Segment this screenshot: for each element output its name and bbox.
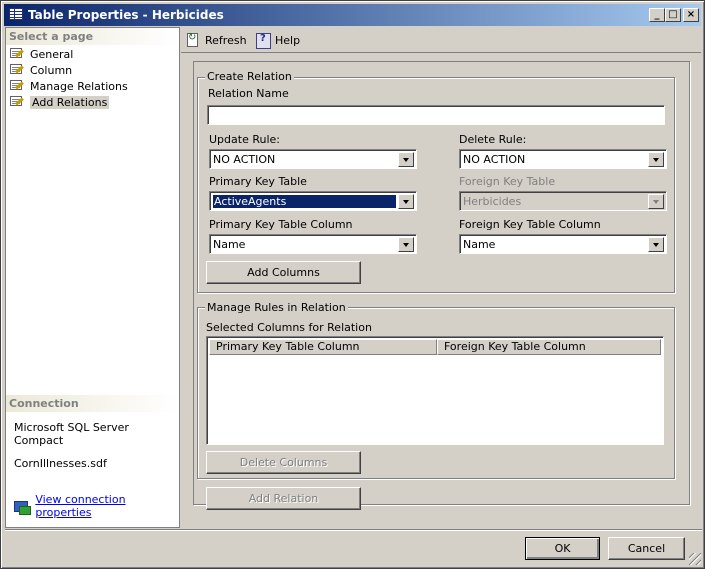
delete-rule-select[interactable]: NO ACTION <box>459 149 667 169</box>
select-page-heading: Select a page <box>6 28 179 45</box>
fk-table-value: Herbicides <box>463 195 522 208</box>
table-icon <box>9 8 23 20</box>
delete-rule-label: Delete Rule: <box>459 133 527 146</box>
minimize-button[interactable]: _ <box>649 8 665 22</box>
grid-column-header[interactable]: Foreign Key Table Column <box>437 339 661 355</box>
chevron-down-icon[interactable] <box>648 152 664 167</box>
create-relation-legend: Create Relation <box>205 70 294 83</box>
help-icon <box>255 32 271 49</box>
pk-table-select[interactable]: ActiveAgents <box>209 191 417 211</box>
chevron-down-icon <box>648 194 664 209</box>
add-columns-button[interactable]: Add Columns <box>206 261 361 284</box>
refresh-label: Refresh <box>205 33 247 47</box>
update-rule-label: Update Rule: <box>209 133 280 146</box>
add-relation-button: Add Relation <box>206 487 361 510</box>
relation-name-label: Relation Name <box>208 87 289 100</box>
selected-columns-label: Selected Columns for Relation <box>206 321 372 334</box>
window-title: Table Properties - Herbicides <box>28 8 224 22</box>
update-rule-value: NO ACTION <box>213 153 276 166</box>
cancel-button[interactable]: Cancel <box>608 537 685 560</box>
refresh-icon <box>185 32 201 48</box>
fk-table-label: Foreign Key Table <box>459 175 556 188</box>
manage-rules-legend: Manage Rules in Relation <box>205 301 348 314</box>
help-button[interactable]: Help <box>255 31 300 49</box>
sidebar-item-label: Manage Relations <box>30 79 128 93</box>
page-icon <box>9 47 25 61</box>
selected-columns-grid[interactable]: Primary Key Table Column Foreign Key Tab… <box>206 336 664 445</box>
fk-column-select[interactable]: Name <box>459 234 667 254</box>
connection-icon <box>14 499 32 515</box>
toolbar: Refresh Help <box>181 28 701 52</box>
connection-database: CornIllnesses.sdf <box>14 457 107 470</box>
footer-divider <box>5 529 702 531</box>
sidebar-item-label: Add Relations <box>30 95 110 109</box>
pk-column-value: Name <box>213 238 246 251</box>
fk-table-select: Herbicides <box>459 191 667 211</box>
left-pane: Select a page General Column Manage Rela… <box>5 27 180 528</box>
sidebar-item-general[interactable]: General <box>9 46 73 62</box>
page-icon <box>9 79 25 93</box>
page-icon <box>9 95 25 109</box>
pk-column-label: Primary Key Table Column <box>209 218 353 231</box>
view-connection-properties-link[interactable]: View connection properties <box>14 493 179 519</box>
delete-columns-button: Delete Columns <box>206 451 361 474</box>
link-label: View connection properties <box>35 493 126 519</box>
close-button[interactable]: × <box>683 8 699 22</box>
sidebar-item-add-relations[interactable]: Add Relations <box>9 94 110 110</box>
chevron-down-icon[interactable] <box>398 194 414 209</box>
chevron-down-icon[interactable] <box>398 237 414 252</box>
connection-heading: Connection <box>6 395 179 412</box>
sidebar-item-label: Column <box>30 63 73 77</box>
page-content: Create Relation Relation Name Update Rul… <box>181 53 701 528</box>
grid-column-header[interactable]: Primary Key Table Column <box>209 339 437 355</box>
ok-button[interactable]: OK <box>525 537 600 560</box>
sidebar-item-label: General <box>30 47 74 61</box>
fk-column-label: Foreign Key Table Column <box>459 218 601 231</box>
fk-column-value: Name <box>463 238 496 251</box>
pk-column-select[interactable]: Name <box>209 234 417 254</box>
pk-table-value: ActiveAgents <box>213 195 396 208</box>
chevron-down-icon[interactable] <box>648 237 664 252</box>
table-properties-dialog: Table Properties - Herbicides _ □ × Sele… <box>0 0 705 569</box>
sidebar-item-manage-relations[interactable]: Manage Relations <box>9 78 128 94</box>
title-bar[interactable]: Table Properties - Herbicides _ □ × <box>4 4 701 26</box>
resize-grip-icon[interactable] <box>689 553 701 565</box>
chevron-down-icon[interactable] <box>398 152 414 167</box>
pk-table-label: Primary Key Table <box>209 175 307 188</box>
delete-rule-value: NO ACTION <box>463 153 526 166</box>
relation-name-input[interactable] <box>207 105 665 125</box>
maximize-button[interactable]: □ <box>665 8 681 22</box>
connection-server: Microsoft SQL Server Compact <box>14 421 129 447</box>
sidebar-item-column[interactable]: Column <box>9 62 72 78</box>
help-label: Help <box>275 33 301 47</box>
refresh-button[interactable]: Refresh <box>185 31 247 49</box>
update-rule-select[interactable]: NO ACTION <box>209 149 417 169</box>
page-icon <box>9 63 25 77</box>
